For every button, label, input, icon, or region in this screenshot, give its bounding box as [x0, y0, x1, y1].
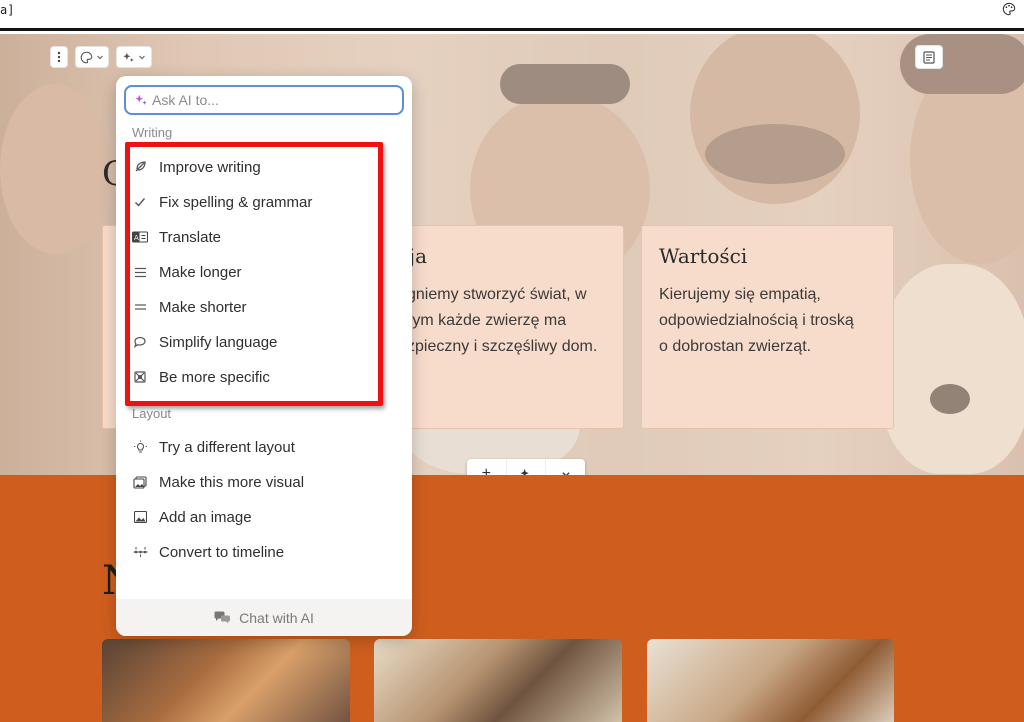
- ask-ai-input[interactable]: [152, 92, 392, 108]
- palette-icon[interactable]: [1002, 2, 1016, 16]
- card-text: gniemy stworzyć świat, w rym każde zwier…: [407, 282, 597, 360]
- top-strip: a]: [0, 0, 1024, 31]
- sparkles-icon: [123, 52, 134, 62]
- ask-ai-field[interactable]: [124, 85, 404, 115]
- menu-item-label: Simplify language: [159, 333, 278, 351]
- palette-icon: [80, 51, 93, 63]
- lightbulb-icon: [132, 439, 148, 455]
- card-text-line: zpieczny i szczęśliwy dom.: [407, 338, 598, 355]
- lines-shorter-icon: [132, 299, 148, 315]
- menu-item-label: Fix spelling & grammar: [159, 193, 313, 211]
- menu-item-add-image[interactable]: Add an image: [132, 502, 402, 532]
- menu-item-translate[interactable]: A Translate: [132, 222, 402, 252]
- card-text-line: rym każde zwierzę ma: [407, 312, 567, 329]
- menu-item-convert-timeline[interactable]: Convert to timeline: [132, 537, 402, 567]
- menu-item-label: Be more specific: [159, 368, 270, 386]
- menu-item-improve-writing[interactable]: Improve writing: [132, 152, 402, 182]
- chat-bubbles-icon: [214, 611, 231, 624]
- card-text-line: gniemy stworzyć świat, w: [407, 286, 587, 303]
- group-label-layout: Layout: [132, 406, 172, 421]
- ai-menu: Writing Improve writing Fix spelling & g…: [116, 76, 412, 636]
- translate-icon: A: [132, 229, 148, 245]
- menu-item-different-layout[interactable]: Try a different layout: [132, 432, 402, 462]
- menu-item-label: Improve writing: [159, 158, 261, 176]
- menu-item-label: Try a different layout: [159, 438, 295, 456]
- menu-item-fix-spelling[interactable]: Fix spelling & grammar: [132, 187, 402, 217]
- chat-with-ai-label: Chat with AI: [239, 609, 314, 626]
- image-stack-icon: [132, 474, 148, 490]
- puppy-photo: [102, 639, 350, 722]
- feather-icon: [132, 159, 148, 175]
- menu-item-make-shorter[interactable]: Make shorter: [132, 292, 402, 322]
- timeline-icon: [132, 544, 148, 560]
- card-text-line: Kierujemy się empatią,: [659, 286, 821, 303]
- chevron-down-icon: [97, 55, 103, 60]
- notes-button[interactable]: [916, 46, 942, 68]
- target-icon: [132, 369, 148, 385]
- style-dropdown-button[interactable]: [76, 47, 108, 67]
- sparkles-icon: [135, 94, 147, 105]
- chat-with-ai-button[interactable]: Chat with AI: [116, 599, 412, 636]
- card-values: Wartości Kierujemy się empatią, odpowied…: [641, 225, 894, 429]
- lines-longer-icon: [132, 264, 148, 280]
- check-icon: [132, 194, 148, 210]
- svg-text:A: A: [134, 234, 139, 242]
- drag-handle-button[interactable]: [51, 47, 67, 67]
- menu-item-be-more-specific[interactable]: Be more specific: [132, 362, 402, 392]
- menu-item-label: Translate: [159, 228, 221, 246]
- chevron-down-icon: [139, 55, 145, 60]
- menu-item-simplify-language[interactable]: Simplify language: [132, 327, 402, 357]
- menu-item-more-visual[interactable]: Make this more visual: [132, 467, 402, 497]
- menu-item-label: Make longer: [159, 263, 242, 281]
- card-text: Kierujemy się empatią, odpowiedzialności…: [659, 282, 854, 360]
- ai-dropdown-button[interactable]: [117, 47, 151, 67]
- menu-item-label: Make this more visual: [159, 473, 305, 491]
- menu-item-label: Convert to timeline: [159, 543, 285, 561]
- document-icon: [923, 50, 935, 64]
- group-label-writing: Writing: [132, 125, 173, 140]
- menu-item-label: Make shorter: [159, 298, 247, 316]
- dog-welcome-photo: [647, 639, 894, 722]
- menu-item-make-longer[interactable]: Make longer: [132, 257, 402, 287]
- image-icon: [132, 509, 148, 525]
- card-title: Wartości: [659, 244, 748, 268]
- card-text-line: odpowiedzialnością i troską: [659, 312, 854, 329]
- vertical-dots-icon: [57, 51, 61, 63]
- top-strip-fragment: a]: [0, 3, 15, 17]
- menu-item-label: Add an image: [159, 508, 252, 526]
- cat-photo: [374, 639, 622, 722]
- speech-bubble-icon: [132, 334, 148, 350]
- card-text-line: o dobrostan zwierząt.: [659, 338, 812, 355]
